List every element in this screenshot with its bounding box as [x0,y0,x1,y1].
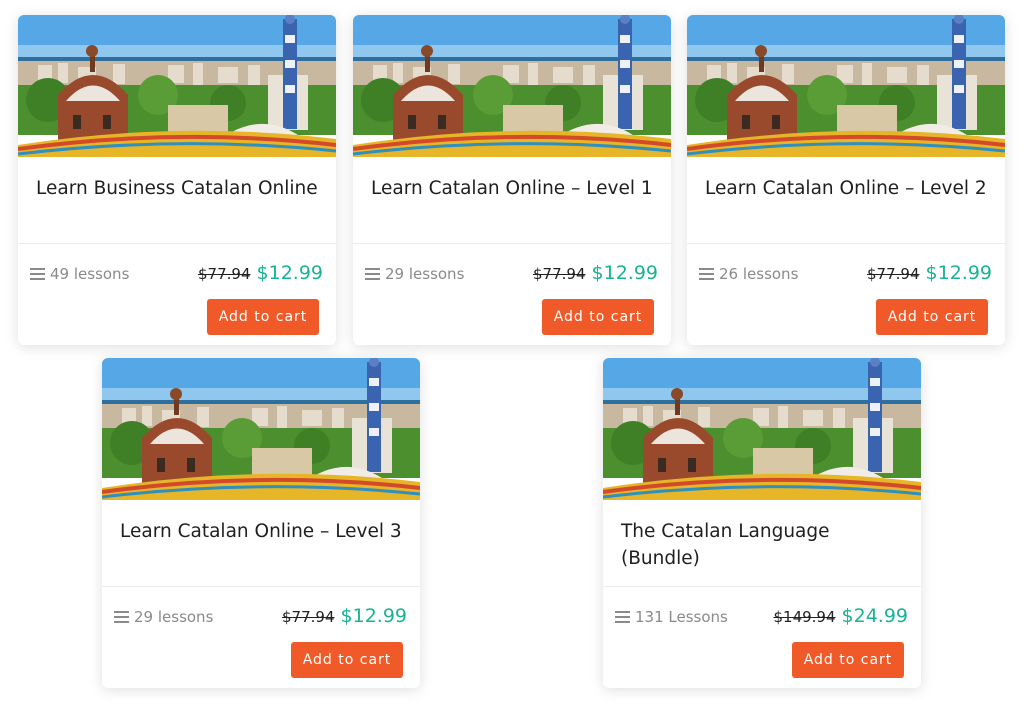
add-to-cart-button[interactable]: Add to cart [876,299,988,335]
menu-lines-icon [699,268,714,280]
lesson-count: 29 lessons [365,265,464,283]
original-price: $77.94 [867,265,920,283]
price-group: $77.94 $12.99 [282,605,407,627]
lesson-count-text: 49 lessons [50,265,130,283]
course-title[interactable]: Learn Business Catalan Online [36,175,321,202]
divider [603,586,921,587]
lesson-count-text: 26 lessons [719,265,799,283]
price-group: $149.94 $24.99 [773,605,908,627]
divider [687,243,1005,244]
course-card: Learn Catalan Online – Level 3 29 lesson… [102,358,420,688]
add-to-cart-button[interactable]: Add to cart [291,642,403,678]
course-card: Learn Catalan Online – Level 1 29 lesson… [353,15,671,345]
original-price: $77.94 [198,265,251,283]
price-group: $77.94 $12.99 [533,262,658,284]
menu-lines-icon [365,268,380,280]
course-thumbnail[interactable] [603,358,921,500]
lesson-count: 49 lessons [30,265,129,283]
divider [102,586,420,587]
menu-lines-icon [114,611,129,623]
course-title[interactable]: Learn Catalan Online – Level 1 [371,175,656,202]
add-to-cart-button[interactable]: Add to cart [207,299,319,335]
course-title[interactable]: Learn Catalan Online – Level 3 [120,518,405,545]
lesson-count: 131 Lessons [615,608,728,626]
sale-price: $12.99 [256,262,323,284]
divider [18,243,336,244]
course-card: Learn Catalan Online – Level 2 26 lesson… [687,15,1005,345]
sale-price: $12.99 [925,262,992,284]
course-thumbnail[interactable] [18,15,336,157]
lesson-count-text: 29 lessons [134,608,214,626]
price-group: $77.94 $12.99 [867,262,992,284]
course-thumbnail[interactable] [102,358,420,500]
sale-price: $12.99 [591,262,658,284]
lesson-count: 26 lessons [699,265,798,283]
lesson-count-text: 29 lessons [385,265,465,283]
lesson-count-text: 131 Lessons [635,608,728,626]
add-to-cart-button[interactable]: Add to cart [792,642,904,678]
course-card: The Catalan Language (Bundle) 131 Lesson… [603,358,921,688]
course-thumbnail[interactable] [353,15,671,157]
original-price: $149.94 [773,608,836,626]
add-to-cart-button[interactable]: Add to cart [542,299,654,335]
price-group: $77.94 $12.99 [198,262,323,284]
course-thumbnail[interactable] [687,15,1005,157]
menu-lines-icon [615,611,630,623]
sale-price: $24.99 [841,605,908,627]
lesson-count: 29 lessons [114,608,213,626]
course-title[interactable]: The Catalan Language (Bundle) [621,518,906,572]
original-price: $77.94 [282,608,335,626]
course-title[interactable]: Learn Catalan Online – Level 2 [705,175,990,202]
original-price: $77.94 [533,265,586,283]
menu-lines-icon [30,268,45,280]
sale-price: $12.99 [340,605,407,627]
divider [353,243,671,244]
course-card: Learn Business Catalan Online 49 lessons… [18,15,336,345]
